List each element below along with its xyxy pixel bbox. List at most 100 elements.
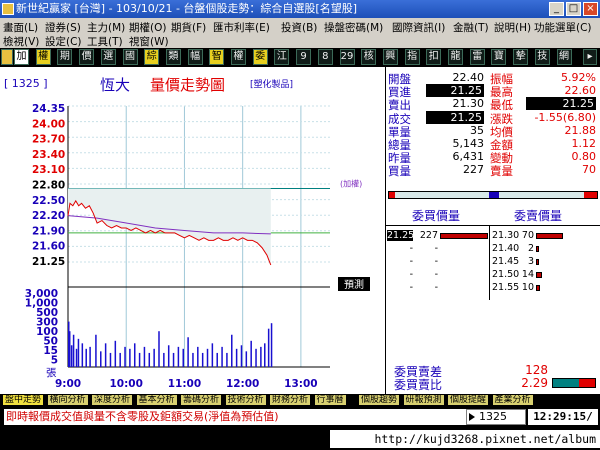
toolbar-button-19[interactable]: 扣 bbox=[426, 49, 442, 65]
menu-options[interactable]: 期權(O) bbox=[129, 20, 166, 35]
chart-title: 量價走勢圖 bbox=[150, 76, 225, 94]
ask-price-0: 21.30 bbox=[492, 230, 520, 241]
bid-price-4: - bbox=[409, 282, 413, 293]
price-volume-chart[interactable]: [ 1325 ] 恆大 量價走勢圖 [塑化製品] 24.35 24.00 23.70 23.4… bbox=[0, 67, 385, 394]
ask-qty-0: 70 bbox=[521, 230, 534, 241]
toolbar-button-7[interactable]: 類 bbox=[165, 49, 181, 65]
close-button[interactable]: × bbox=[583, 2, 598, 16]
toolbar-button-21[interactable]: 雷 bbox=[469, 49, 485, 65]
menu-main-force[interactable]: 主力(M) bbox=[87, 20, 125, 35]
menu-international[interactable]: 國際資訊(I) bbox=[392, 20, 445, 35]
toolbar-more-icon[interactable]: ▸ bbox=[583, 49, 597, 65]
industry-label: [塑化製品] bbox=[250, 78, 293, 90]
volume-bar bbox=[72, 334, 75, 367]
toolbar-button-4[interactable]: 選 bbox=[100, 49, 116, 65]
toolbar-home-icon[interactable] bbox=[1, 49, 13, 65]
tab-7[interactable]: 行事曆 bbox=[313, 394, 347, 406]
stock-code-box[interactable]: 1325 bbox=[466, 409, 526, 425]
toolbar-button-3[interactable]: 價 bbox=[79, 49, 95, 65]
tab-8[interactable]: 個股趨勢 bbox=[358, 394, 401, 406]
menu-window[interactable]: 視窗(W) bbox=[129, 34, 169, 49]
volume-bars bbox=[68, 321, 273, 367]
price-tick-1: 24.00 bbox=[32, 118, 65, 130]
tab-2[interactable]: 深度分析 bbox=[91, 394, 134, 406]
volume-bar bbox=[158, 331, 160, 367]
toolbar-button-18[interactable]: 指 bbox=[404, 49, 420, 65]
tab-9[interactable]: 研報預測 bbox=[402, 394, 445, 406]
toolbar-button-16[interactable]: 核 bbox=[361, 49, 377, 65]
menu-futures[interactable]: 期貨(F) bbox=[171, 20, 206, 35]
toolbar-button-6[interactable]: 綜 bbox=[144, 49, 160, 65]
menu-securities[interactable]: 證券(S) bbox=[45, 20, 81, 35]
menu-settings[interactable]: 設定(C) bbox=[45, 34, 82, 49]
watermark-url: http://kujd3268.pixnet.net/album bbox=[330, 430, 600, 448]
menu-help[interactable]: 說明(H) bbox=[494, 20, 531, 35]
quote-value-r3: -1.55(6.80) bbox=[534, 110, 596, 124]
tab-10[interactable]: 個股提醒 bbox=[447, 394, 490, 406]
window-title: 新世紀贏家 [台灣] - 103/10/21 - 台盤個股走勢：綜合自選股[名望… bbox=[16, 2, 357, 15]
tab-11[interactable]: 產業分析 bbox=[491, 394, 534, 406]
toolbar-button-11[interactable]: 委 bbox=[252, 49, 268, 65]
toolbar-button-0[interactable]: 加 bbox=[14, 49, 29, 65]
toolbar-button-10[interactable]: 權 bbox=[231, 49, 246, 65]
tab-0[interactable]: 盤中走勢 bbox=[2, 394, 45, 406]
ask-qty-4: 10 bbox=[521, 282, 534, 293]
toolbar-button-22[interactable]: 寶 bbox=[491, 49, 507, 65]
volume-bar bbox=[231, 334, 233, 367]
forecast-badge[interactable]: 預測 bbox=[338, 277, 370, 291]
tab-5[interactable]: 技術分析 bbox=[224, 394, 267, 406]
volume-bar bbox=[177, 346, 180, 367]
quote-value-r6: 0.80 bbox=[571, 150, 597, 164]
volume-bar bbox=[81, 343, 84, 367]
price-area-fill bbox=[68, 188, 271, 265]
quote-value-r1: 22.60 bbox=[564, 84, 597, 98]
toolbar-button-15[interactable]: 29 bbox=[339, 49, 355, 65]
toolbar-button-9[interactable]: 智 bbox=[209, 49, 225, 65]
toolbar-button-2[interactable]: 期 bbox=[57, 49, 73, 65]
menu-investment[interactable]: 投資(B) bbox=[281, 20, 317, 35]
tab-1[interactable]: 橫向分析 bbox=[46, 394, 89, 406]
play-icon bbox=[469, 413, 475, 421]
quote-value-1: 21.25 bbox=[426, 84, 484, 98]
toolbar-button-5[interactable]: 國 bbox=[122, 49, 138, 65]
ask-header: 委賣價量 bbox=[514, 209, 563, 223]
volume-bar bbox=[197, 346, 199, 367]
toolbar-button-20[interactable]: 龍 bbox=[448, 49, 463, 65]
toolbar-button-17[interactable]: 興 bbox=[382, 49, 398, 65]
volume-bar bbox=[172, 352, 175, 367]
toolbar-button-1[interactable]: 權 bbox=[35, 49, 51, 65]
menu-fx-rates[interactable]: 匯市利率(E) bbox=[213, 20, 270, 35]
tab-4[interactable]: 籌碼分析 bbox=[180, 394, 223, 406]
maximize-button[interactable]: □ bbox=[566, 2, 581, 16]
quote-value-6: 6,431 bbox=[452, 150, 485, 164]
chart-panel: [ 1325 ] 恆大 量價走勢圖 [塑化製品] 24.35 24.00 23.70 23.4… bbox=[0, 67, 385, 394]
quote-panel: 開盤 22.40 買進 21.25 賣出 21.30 成交 21.25 單量 35 總量 5,143 昨… bbox=[386, 67, 600, 394]
time-tick-2: 11:00 bbox=[168, 378, 201, 390]
ask-bar-1 bbox=[536, 246, 539, 252]
toolbar-button-12[interactable]: 江 bbox=[274, 49, 290, 65]
menu-trading-code[interactable]: 操盤密碼(M) bbox=[324, 20, 383, 35]
menu-finance[interactable]: 金融(T) bbox=[453, 20, 489, 35]
toolbar-button-8[interactable]: 幅 bbox=[187, 49, 203, 65]
quote-value-7: 227 bbox=[463, 163, 484, 177]
minimize-button[interactable]: _ bbox=[549, 2, 564, 16]
menu-tools[interactable]: 工具(T) bbox=[87, 34, 123, 49]
tab-6[interactable]: 財務分析 bbox=[269, 394, 312, 406]
toolbar-button-13[interactable]: 9 bbox=[296, 49, 312, 65]
toolbar-button-25[interactable]: 網 bbox=[556, 49, 572, 65]
tab-3[interactable]: 基本分析 bbox=[135, 394, 178, 406]
volume-bar bbox=[211, 343, 214, 367]
menu-screen[interactable]: 畫面(L) bbox=[3, 20, 38, 35]
meter-blue bbox=[489, 192, 499, 198]
menu-view[interactable]: 檢視(V) bbox=[3, 34, 39, 49]
quote-value-0: 22.40 bbox=[452, 71, 485, 84]
toolbar-button-24[interactable]: 技 bbox=[534, 49, 550, 65]
quote-value-3: 21.25 bbox=[426, 110, 484, 124]
toolbar-button-14[interactable]: 8 bbox=[317, 49, 333, 65]
toolbar-button-23[interactable]: 摯 bbox=[513, 49, 529, 65]
time-tick-3: 12:00 bbox=[226, 378, 259, 390]
quote-value-5: 5,143 bbox=[452, 137, 485, 150]
ask-price-1: 21.40 bbox=[492, 243, 520, 254]
menu-function[interactable]: 功能選單(C) bbox=[534, 20, 592, 35]
index-ref-label: (加權) bbox=[340, 179, 362, 189]
